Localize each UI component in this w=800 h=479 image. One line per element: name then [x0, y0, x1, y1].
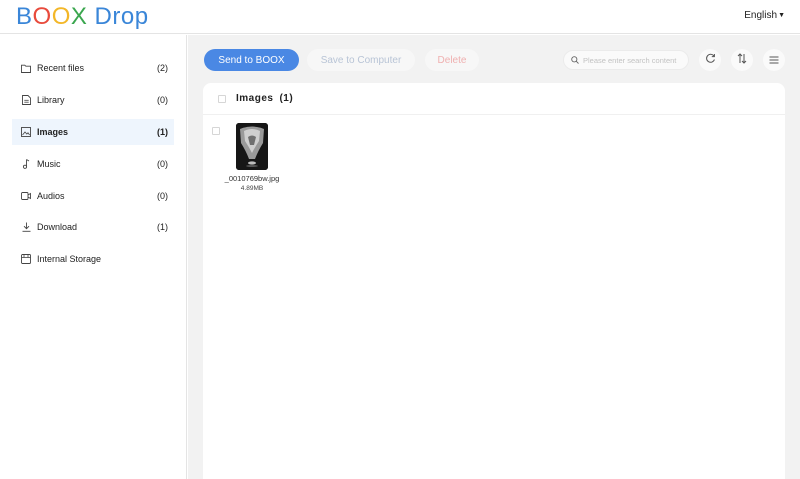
sidebar-item-audios[interactable]: Audios (0)	[12, 183, 174, 209]
sidebar: Recent files (2) Library (0) Images (1) …	[0, 35, 187, 479]
refresh-icon	[705, 51, 716, 69]
video-icon	[21, 191, 31, 201]
sidebar-item-music[interactable]: Music (0)	[12, 151, 174, 177]
sidebar-item-count: (0)	[157, 159, 168, 169]
list-view-icon	[769, 51, 779, 69]
sidebar-item-label: Music	[37, 159, 61, 169]
sidebar-item-count: (1)	[157, 222, 168, 232]
folder-icon	[21, 63, 31, 73]
logo-letter: O	[32, 3, 52, 30]
sidebar-item-library[interactable]: Library (0)	[12, 87, 174, 113]
refresh-button[interactable]	[699, 49, 721, 71]
view-toggle-button[interactable]	[763, 49, 785, 71]
music-note-icon	[21, 159, 31, 169]
search-input[interactable]	[583, 55, 683, 65]
save-to-computer-button[interactable]: Save to Computer	[307, 49, 415, 71]
logo-letter: X	[70, 3, 88, 30]
sidebar-item-images[interactable]: Images (1)	[12, 119, 174, 145]
file-size: 4.89MB	[240, 185, 264, 192]
panel-header: Images (1)	[203, 83, 785, 115]
search-box[interactable]	[563, 50, 689, 70]
sidebar-item-recent-files[interactable]: Recent files (2)	[12, 55, 174, 81]
sidebar-item-count: (2)	[157, 63, 168, 73]
sidebar-item-internal-storage[interactable]: Internal Storage	[12, 246, 174, 272]
file-item[interactable]: _0010769bw.jpg 4.89MB	[220, 123, 284, 193]
logo-letter: O	[51, 3, 71, 30]
document-icon	[21, 95, 31, 105]
logo-word: Drop	[87, 3, 149, 30]
language-label: English	[744, 10, 778, 21]
file-panel: Images (1) _0010769bw.jpg 4.89MB	[203, 83, 785, 479]
main-content: Send to BOOX Save to Computer Delete Ima…	[188, 35, 800, 479]
send-to-boox-button[interactable]: Send to BOOX	[204, 49, 299, 71]
app-header: BOOX Drop English▼	[0, 0, 800, 34]
image-icon	[21, 127, 31, 137]
file-checkbox[interactable]	[212, 127, 220, 135]
file-thumbnail	[236, 123, 268, 170]
logo-letter: B	[16, 3, 33, 30]
sidebar-item-label: Images	[37, 127, 69, 137]
sidebar-item-label: Download	[37, 222, 78, 232]
sidebar-item-label: Library	[37, 95, 65, 105]
storage-icon	[21, 254, 31, 264]
sort-icon	[737, 51, 747, 69]
panel-title: Images (1)	[236, 93, 293, 104]
boox-drop-logo: BOOX Drop	[16, 4, 149, 30]
file-name: _0010769bw.jpg	[224, 174, 280, 183]
search-icon	[571, 51, 579, 69]
caret-down-icon: ▼	[778, 12, 785, 19]
sidebar-item-count: (0)	[157, 191, 168, 201]
sidebar-item-label: Recent files	[37, 63, 85, 73]
panel-title-label: Images	[236, 93, 274, 104]
sidebar-item-count: (1)	[157, 127, 168, 137]
download-icon	[21, 222, 31, 232]
panel-title-count: (1)	[279, 93, 294, 104]
sidebar-item-label: Audios	[37, 191, 65, 201]
select-all-checkbox[interactable]	[218, 95, 226, 103]
delete-button[interactable]: Delete	[425, 49, 479, 71]
language-selector[interactable]: English▼	[744, 10, 785, 21]
sidebar-item-label: Internal Storage	[37, 254, 102, 264]
sidebar-item-download[interactable]: Download (1)	[12, 214, 174, 240]
sort-button[interactable]	[731, 49, 753, 71]
sidebar-item-count: (0)	[157, 95, 168, 105]
